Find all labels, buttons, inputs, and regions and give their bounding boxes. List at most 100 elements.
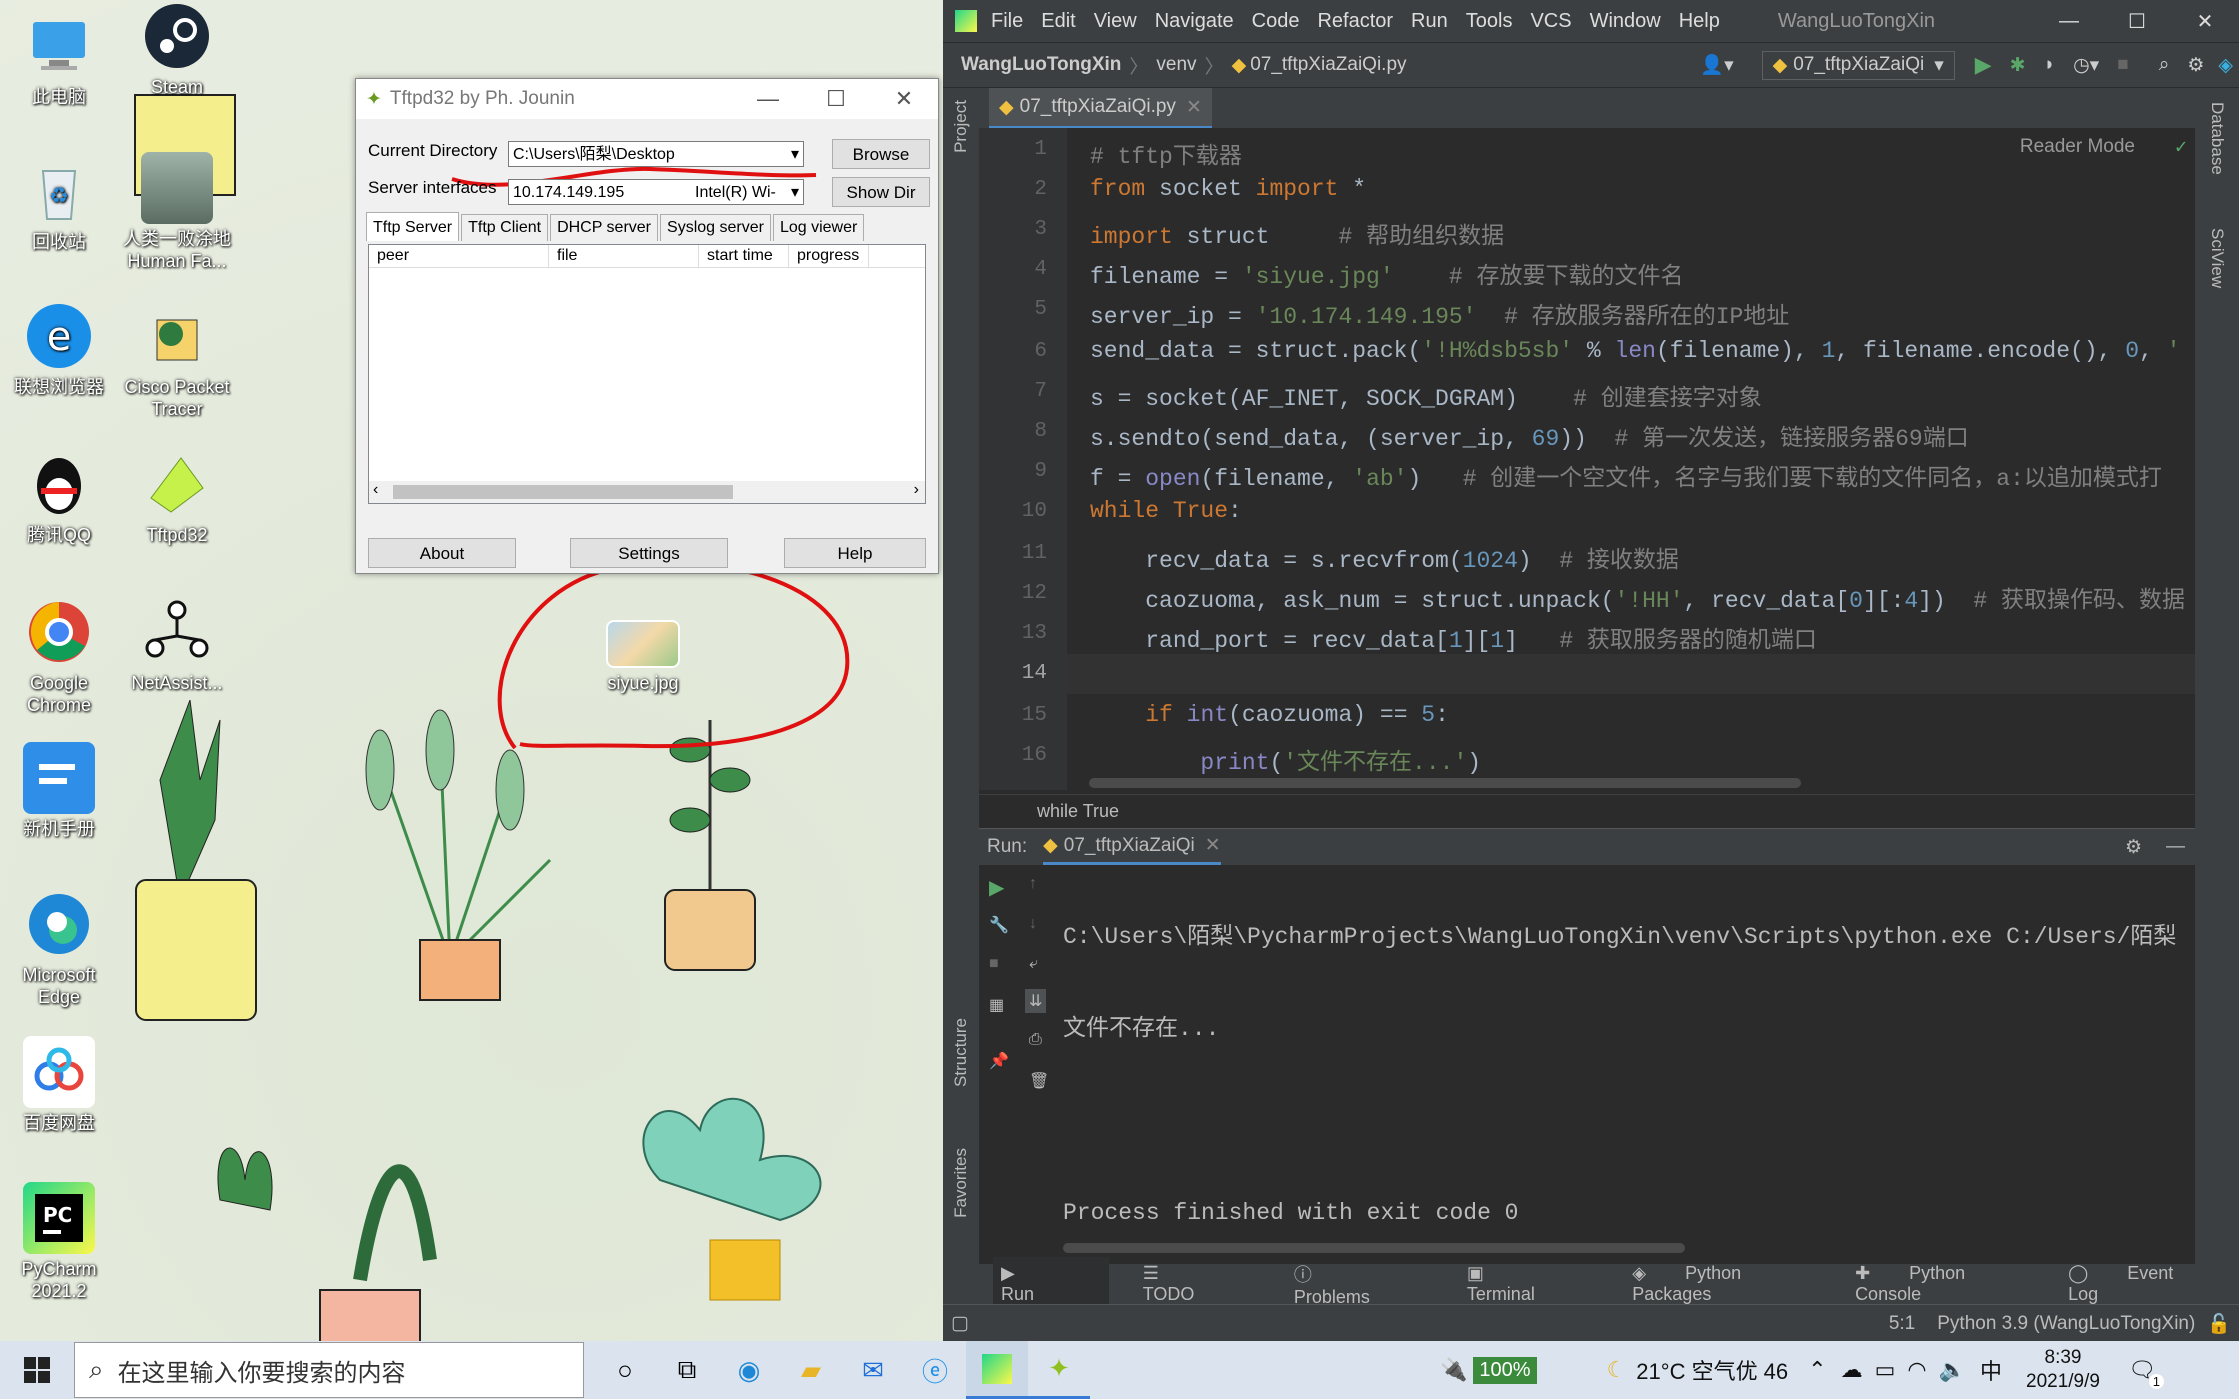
structure-tool-button[interactable]: Structure	[951, 1018, 971, 1087]
tool-event-log[interactable]: ◯ Event Log	[2068, 1263, 2213, 1305]
menu-tools[interactable]: Tools	[1466, 10, 1513, 33]
desktop-icon-qq[interactable]: 腾讯QQ	[4, 448, 114, 546]
reader-mode-button[interactable]: Reader Mode	[2020, 136, 2135, 158]
taskbar-tftpd32-icon[interactable]: ✦	[1028, 1341, 1090, 1399]
settings-button[interactable]: Settings	[570, 538, 728, 568]
favorites-tool-button[interactable]: Favorites	[951, 1148, 971, 1218]
cortana-icon[interactable]: ○	[594, 1341, 656, 1399]
console-horizontal-scrollbar[interactable]	[1063, 1243, 1685, 1253]
clock[interactable]: 8:39 2021/9/9	[2026, 1346, 2100, 1394]
breadcrumb-venv[interactable]: venv	[1156, 54, 1196, 76]
tab-dhcp-server[interactable]: DHCP server	[550, 214, 659, 241]
panel-toggle-icon[interactable]: ▢	[951, 1312, 969, 1335]
tftpd32-titlebar[interactable]: ✦ Tftpd32 by Ph. Jounin — ☐ ✕	[356, 79, 938, 119]
desktop-icon-lenovo-browser[interactable]: e 联想浏览器	[4, 300, 114, 398]
layout-icon[interactable]: ▦	[989, 995, 1004, 1015]
wrench-icon[interactable]: 🔧	[989, 915, 1009, 935]
menu-view[interactable]: View	[1094, 10, 1137, 33]
show-dir-button[interactable]: Show Dir	[832, 177, 930, 207]
code-editor[interactable]: 1 2 3 4 5 6 7 8 9 10 11 12 13 14 15 16 Reader Mode ✓ # …	[979, 128, 2195, 790]
lock-icon[interactable]: 🔓	[2207, 1312, 2231, 1336]
close-tab-icon[interactable]: ✕	[1186, 96, 1202, 119]
mail-icon[interactable]: ✉	[842, 1341, 904, 1399]
breadcrumb-project[interactable]: WangLuoTongXin	[961, 54, 1121, 76]
taskbar-pycharm-icon[interactable]	[966, 1341, 1028, 1399]
file-explorer-icon[interactable]: ▰	[780, 1341, 842, 1399]
desktop-icon-this-pc[interactable]: 此电脑	[4, 10, 114, 108]
volume-icon[interactable]: 🔈	[1939, 1357, 1966, 1383]
notification-center[interactable]: 🗨 1	[2128, 1357, 2164, 1389]
tool-python-packages[interactable]: ◈ Python Packages	[1632, 1263, 1821, 1305]
desktop-icon-edge[interactable]: Microsoft Edge	[4, 888, 114, 1008]
rerun-icon[interactable]: ▶	[989, 875, 1004, 900]
chevron-up-icon[interactable]: ⌃	[1808, 1357, 1826, 1383]
plugin-icon[interactable]: ◈	[2218, 54, 2233, 77]
transfer-list[interactable]: peer file start time progress ‹ ›	[368, 244, 926, 504]
user-icon[interactable]: 👤▾	[1700, 53, 1733, 77]
help-button[interactable]: Help	[784, 538, 926, 568]
desktop-icon-pycharm[interactable]: PC PyCharm 2021.2	[4, 1182, 114, 1302]
desktop-icon-new-manual[interactable]: 新机手册	[4, 742, 114, 840]
tool-terminal[interactable]: ▣ Terminal	[1467, 1263, 1598, 1305]
tool-problems[interactable]: ⓘ Problems	[1294, 1261, 1433, 1308]
menu-file[interactable]: File	[991, 10, 1023, 33]
maximize-icon[interactable]: ☐	[2103, 9, 2171, 34]
horizontal-scrollbar[interactable]: ‹ ›	[369, 481, 925, 503]
minimize-panel-icon[interactable]: —	[2166, 836, 2185, 858]
scroll-left-icon[interactable]: ‹	[373, 481, 378, 499]
stop-icon[interactable]: ■	[2117, 54, 2128, 76]
sciview-tool-button[interactable]: SciView	[2207, 228, 2227, 288]
menu-vcs[interactable]: VCS	[1530, 10, 1571, 33]
menu-help[interactable]: Help	[1679, 10, 1720, 33]
browse-button[interactable]: Browse	[832, 139, 930, 169]
column-file[interactable]: file	[549, 245, 699, 267]
tool-python-console[interactable]: ✚ Python Console	[1855, 1263, 2034, 1305]
tab-syslog-server[interactable]: Syslog server	[660, 214, 771, 241]
menu-window[interactable]: Window	[1590, 10, 1661, 33]
gear-icon[interactable]: ⚙	[2187, 54, 2204, 77]
tab-tftp-client[interactable]: Tftp Client	[461, 214, 549, 241]
chevron-down-icon[interactable]: ▾	[791, 180, 799, 206]
about-button[interactable]: About	[368, 538, 516, 568]
menu-run[interactable]: Run	[1411, 10, 1448, 33]
close-tab-icon[interactable]: ✕	[1205, 834, 1221, 857]
task-view-icon[interactable]: ⧉	[656, 1341, 718, 1399]
battery-icon[interactable]: ▭	[1875, 1357, 1896, 1383]
tool-todo[interactable]: ☰ TODO	[1143, 1263, 1260, 1305]
menu-edit[interactable]: Edit	[1041, 10, 1075, 33]
arrow-down-icon[interactable]: ↓	[1029, 915, 1037, 933]
column-progress[interactable]: progress	[789, 245, 869, 267]
taskbar-search[interactable]: ⌕ 在这里输入你要搜索的内容	[74, 1342, 584, 1398]
breadcrumb-file[interactable]: 07_tftpXiaZaiQi.py	[1250, 54, 1406, 76]
run-config-select[interactable]: ◆ 07_tftpXiaZaiQi ▾	[1761, 50, 1955, 80]
pin-icon[interactable]: 📌	[989, 1051, 1009, 1071]
tab-tftp-server[interactable]: Tftp Server	[366, 212, 460, 241]
column-peer[interactable]: peer	[369, 245, 549, 267]
scroll-to-end-icon[interactable]: ⇊	[1025, 989, 1047, 1013]
weather-text[interactable]: 21°C 空气优 46	[1636, 1354, 1788, 1386]
minimize-icon[interactable]: —	[734, 86, 802, 112]
menu-code[interactable]: Code	[1252, 10, 1300, 33]
tool-run[interactable]: ▶ Run	[993, 1257, 1109, 1311]
server-interfaces-select[interactable]: 10.174.149.195 Intel(R) Wi- ▾	[508, 179, 804, 205]
soft-wrap-icon[interactable]: ⤶	[1029, 955, 1038, 973]
project-tool-button[interactable]: Project	[951, 100, 971, 153]
battery-indicator[interactable]: 🔌 100%	[1440, 1356, 1537, 1384]
profile-icon[interactable]: ◷▾	[2073, 54, 2099, 77]
scrollbar-thumb[interactable]	[393, 485, 733, 499]
desktop-icon-chrome[interactable]: Google Chrome	[4, 596, 114, 716]
debug-icon[interactable]: ✱	[2010, 54, 2026, 77]
caret-position[interactable]: 5:1	[1889, 1313, 1915, 1335]
start-button[interactable]	[0, 1341, 74, 1399]
maximize-icon[interactable]: ☐	[802, 86, 870, 112]
search-icon[interactable]: ⌕	[2159, 54, 2170, 76]
editor-breadcrumb[interactable]: while True	[979, 794, 2195, 827]
close-icon[interactable]: ✕	[2171, 9, 2239, 34]
menu-navigate[interactable]: Navigate	[1155, 10, 1234, 33]
desktop-icon-baidu-netdisk[interactable]: 百度网盘	[4, 1036, 114, 1134]
run-icon[interactable]: ▶	[1975, 52, 1992, 78]
trash-icon[interactable]: 🗑	[1029, 1071, 1049, 1091]
editor-tab-active[interactable]: ◆ 07_tftpXiaZaiQi.py ✕	[989, 88, 1212, 129]
minimize-icon[interactable]: —	[2035, 10, 2103, 33]
interpreter-selector[interactable]: Python 3.9 (WangLuoTongXin)	[1937, 1313, 2195, 1335]
